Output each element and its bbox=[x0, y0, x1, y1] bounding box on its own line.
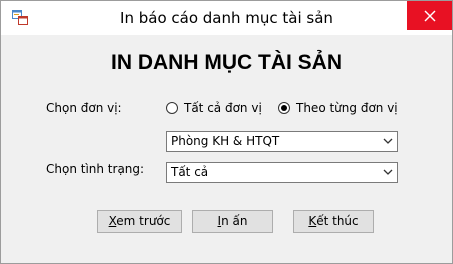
radio-each-unit-circle[interactable] bbox=[278, 102, 290, 114]
exit-button-label: ết thúc bbox=[316, 214, 359, 228]
form-heading: IN DANH MỤC TÀI SẢN bbox=[111, 51, 342, 74]
unit-select-value: Phòng KH & HTQT bbox=[171, 134, 280, 148]
print-button-label: n ấn bbox=[221, 214, 248, 228]
preview-button[interactable]: Xem trước bbox=[97, 210, 182, 233]
preview-button-label: em trước bbox=[116, 214, 171, 228]
chevron-down-icon[interactable] bbox=[383, 137, 393, 145]
radio-each-unit[interactable]: Theo từng đơn vị bbox=[278, 101, 398, 115]
title-bar[interactable]: In báo cáo danh mục tài sản bbox=[1, 1, 452, 35]
close-window-button[interactable] bbox=[407, 1, 452, 30]
print-button[interactable]: In ấn bbox=[192, 210, 273, 233]
status-select[interactable]: Tất cả bbox=[166, 162, 398, 183]
status-label: Chọn tình trạng: bbox=[46, 162, 145, 176]
window-title: In báo cáo danh mục tài sản bbox=[120, 9, 333, 27]
radio-each-unit-label: Theo từng đơn vị bbox=[296, 101, 398, 115]
chevron-down-icon[interactable] bbox=[383, 168, 393, 176]
radio-all-units-circle[interactable] bbox=[166, 102, 178, 114]
dialog-window: In báo cáo danh mục tài sản IN DANH MỤC … bbox=[0, 0, 453, 264]
close-icon bbox=[424, 10, 435, 21]
unit-label: Chọn đơn vị: bbox=[46, 101, 122, 115]
exit-button[interactable]: Kết thúc bbox=[293, 210, 374, 233]
radio-all-units[interactable]: Tất cả đơn vị bbox=[166, 101, 262, 115]
status-select-value: Tất cả bbox=[171, 165, 209, 179]
unit-select[interactable]: Phòng KH & HTQT bbox=[166, 131, 398, 152]
radio-all-units-label: Tất cả đơn vị bbox=[184, 101, 262, 115]
